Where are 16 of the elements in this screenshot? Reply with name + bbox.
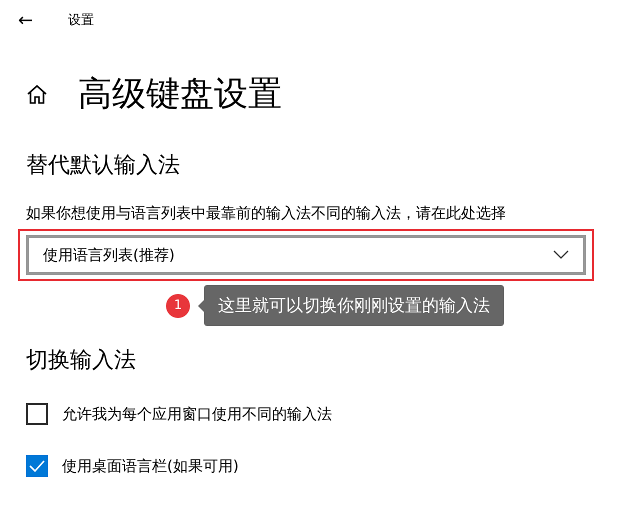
window-title: 设置: [68, 12, 94, 29]
back-button[interactable]: ←: [18, 10, 68, 30]
checkbox[interactable]: [26, 455, 48, 477]
home-icon[interactable]: [26, 83, 48, 105]
step-badge: 1: [166, 294, 190, 318]
section-heading: 切换输入法: [26, 347, 137, 375]
checkbox-label: 使用桌面语言栏(如果可用): [62, 456, 239, 476]
checkbox[interactable]: [26, 403, 48, 425]
section-heading: 替代默认输入法: [26, 152, 181, 180]
input-method-dropdown[interactable]: 使用语言列表(推荐): [26, 235, 586, 275]
description-text: 如果你想使用与语言列表中最靠前的输入法不同的输入法，请在此处选择: [26, 204, 507, 223]
callout-tooltip: 这里就可以切换你刚刚设置的输入法: [204, 285, 504, 326]
checkbox-label: 允许我为每个应用窗口使用不同的输入法: [62, 404, 332, 424]
chevron-icon: [553, 250, 569, 260]
page-title: 高级键盘设置: [78, 73, 282, 116]
tooltip-pointer-icon: [198, 300, 204, 312]
